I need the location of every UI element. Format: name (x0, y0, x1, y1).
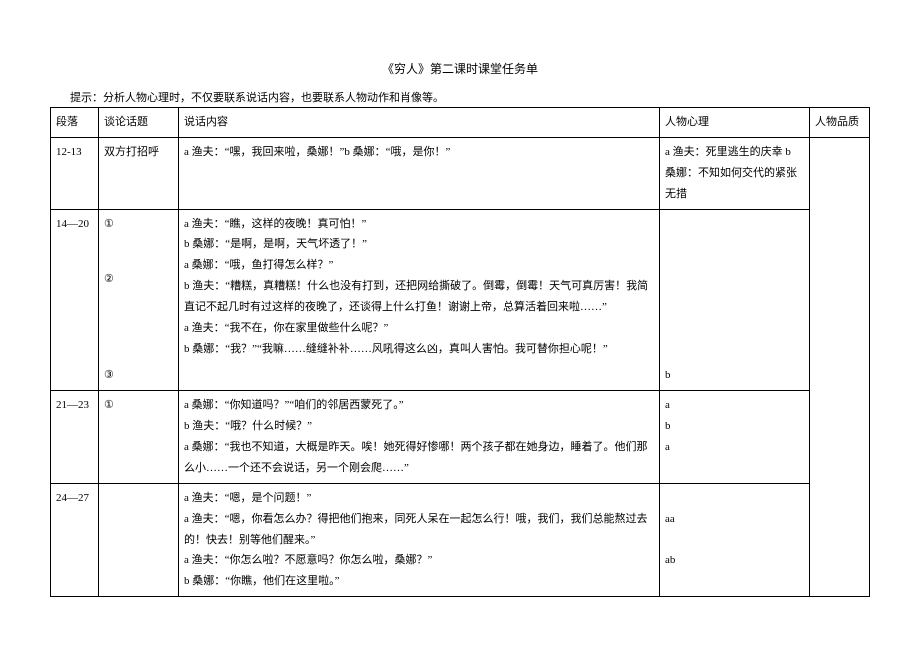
task-table: 段落 谈论话题 说话内容 人物心理 人物品质 12-13 双方打招呼 a 渔夫：… (50, 107, 870, 597)
cell-para: 24—27 (51, 483, 99, 596)
cell-quality (810, 137, 870, 596)
cell-topic: ① (99, 391, 179, 484)
cell-content: a 渔夫：“嘿，我回来啦，桑娜！”b 桑娜：“哦，是你！” (179, 137, 660, 209)
header-quality: 人物品质 (810, 108, 870, 138)
table-header-row: 段落 谈论话题 说话内容 人物心理 人物品质 (51, 108, 870, 138)
cell-para: 21—23 (51, 391, 99, 484)
table-row: 14—20 ① ② ③ a 渔夫：“瞧，这样的夜晚！真可怕！” b 桑娜：“是啊… (51, 209, 870, 391)
table-row: 12-13 双方打招呼 a 渔夫：“嘿，我回来啦，桑娜！”b 桑娜：“哦，是你！… (51, 137, 870, 209)
cell-psych: b (660, 209, 810, 391)
cell-para: 12-13 (51, 137, 99, 209)
cell-content: a 桑娜：“你知道吗？”“咱们的邻居西蒙死了。” b 渔夫：“哦？什么时候？” … (179, 391, 660, 484)
hint-text: 提示：分析人物心理时，不仅要联系说话内容，也要联系人物动作和肖像等。 (70, 89, 870, 105)
cell-psych: aa ab (660, 483, 810, 596)
cell-topic: 双方打招呼 (99, 137, 179, 209)
cell-psych: a b a (660, 391, 810, 484)
cell-topic: ① ② ③ (99, 209, 179, 391)
cell-para: 14—20 (51, 209, 99, 391)
header-topic: 谈论话题 (99, 108, 179, 138)
cell-content: a 渔夫：“瞧，这样的夜晚！真可怕！” b 桑娜：“是啊，是啊，天气坏透了！” … (179, 209, 660, 391)
cell-psych: a 渔夫：死里逃生的庆幸 b 桑娜：不知如何交代的紧张无措 (660, 137, 810, 209)
table-row: 24—27 a 渔夫：“嗯，是个问题！” a 渔夫：“嗯，你看怎么办？得把他们抱… (51, 483, 870, 596)
cell-content: a 渔夫：“嗯，是个问题！” a 渔夫：“嗯，你看怎么办？得把他们抱来，同死人呆… (179, 483, 660, 596)
header-para: 段落 (51, 108, 99, 138)
header-psych: 人物心理 (660, 108, 810, 138)
page-title: 《穷人》第二课时课堂任务单 (50, 60, 870, 77)
table-row: 21—23 ① a 桑娜：“你知道吗？”“咱们的邻居西蒙死了。” b 渔夫：“哦… (51, 391, 870, 484)
cell-topic (99, 483, 179, 596)
header-content: 说话内容 (179, 108, 660, 138)
